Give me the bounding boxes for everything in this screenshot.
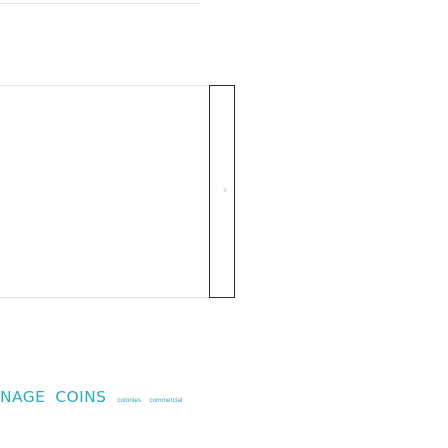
tag-commercial[interactable]: commercial: [149, 396, 182, 406]
chevron-right-icon[interactable]: ›: [219, 184, 231, 198]
brand-word-coins: COINS: [55, 388, 107, 406]
brand-word-image: INAGE: [0, 388, 46, 406]
tag-colonies[interactable]: colonies: [117, 396, 141, 406]
image-carousel: [0, 85, 236, 298]
brand-row: INAGE COINS colonies commercial: [0, 387, 182, 411]
top-divider: [0, 3, 200, 4]
page: › INAGE COINS colonies commercial: [0, 0, 448, 448]
